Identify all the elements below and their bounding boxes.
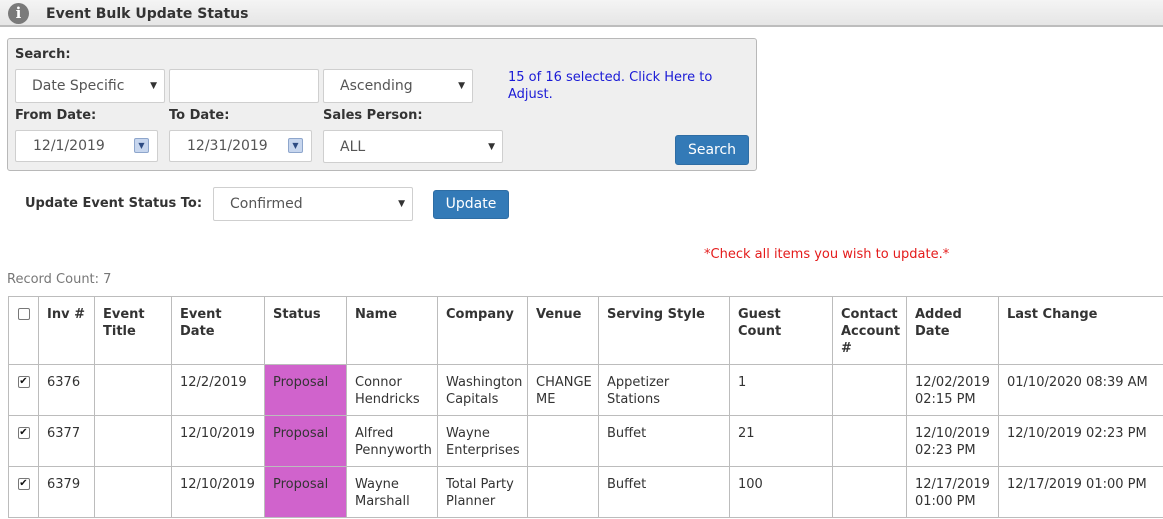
to-date-value: 12/31/2019 [187, 138, 268, 154]
added-date-cell: 12/02/2019 02:15 PM [906, 364, 999, 416]
event-date-cell: 12/2/2019 [171, 364, 265, 416]
calendar-dropdown-icon[interactable]: ▼ [134, 138, 149, 153]
row-select-cell: ✔ [8, 415, 39, 467]
search-text-input[interactable] [169, 69, 319, 103]
name-link[interactable]: Connor Hendricks [346, 364, 438, 416]
from-date-input[interactable]: 12/1/2019 ▼ [15, 130, 158, 162]
update-button[interactable]: Update [433, 190, 509, 219]
sales-person-select[interactable]: ALL ▼ [323, 130, 503, 163]
update-status-value: Confirmed [230, 196, 303, 212]
contact-account-cell [832, 466, 907, 518]
column-header-name[interactable]: Name [346, 296, 438, 365]
event-date-cell: 12/10/2019 [171, 415, 265, 467]
invoice-link[interactable]: 6376 [38, 364, 95, 416]
chevron-down-icon: ▼ [150, 81, 157, 91]
status-cell: Proposal [264, 415, 347, 467]
contact-account-cell [832, 415, 907, 467]
last-change-cell: 12/17/2019 01:00 PM [998, 466, 1163, 518]
chevron-down-icon: ▼ [398, 199, 405, 209]
to-date-label: To Date: [169, 108, 230, 123]
from-date-label: From Date: [15, 108, 97, 123]
column-header-inv[interactable]: Inv # [38, 296, 95, 365]
event-date-cell: 12/10/2019 [171, 466, 265, 518]
search-panel: Search: Date Specific ▼ Ascending ▼ 15 o… [7, 38, 757, 171]
venue-link[interactable]: CHANGE ME [527, 364, 599, 416]
info-icon: i [8, 3, 29, 24]
column-header-last-change[interactable]: Last Change [998, 296, 1163, 365]
company-cell: Total Party Planner [437, 466, 528, 518]
status-cell: Proposal [264, 364, 347, 416]
update-status-select[interactable]: Confirmed ▼ [213, 187, 413, 221]
table-header-row: Inv # Event Title Event Date Status Name… [8, 296, 1163, 365]
update-status-label: Update Event Status To: [25, 196, 203, 211]
events-table: Inv # Event Title Event Date Status Name… [8, 296, 1163, 518]
column-header-event-date[interactable]: Event Date [171, 296, 265, 365]
serving-style-cell: Appetizer Stations [598, 364, 730, 416]
last-change-cell: 01/10/2020 08:39 AM [998, 364, 1163, 416]
event-title-cell [94, 466, 172, 518]
contact-account-cell [832, 364, 907, 416]
select-all-checkbox[interactable] [17, 308, 30, 320]
title-bar: i Event Bulk Update Status [0, 0, 1163, 27]
serving-style-cell: Buffet [598, 466, 730, 518]
event-title-cell [94, 415, 172, 467]
company-cell: Wayne Enterprises [437, 415, 528, 467]
invoice-link[interactable]: 6377 [38, 415, 95, 467]
name-link[interactable]: Alfred Pennyworth [346, 415, 438, 467]
row-checkbox[interactable]: ✔ [17, 427, 30, 439]
serving-style-cell: Buffet [598, 415, 730, 467]
row-select-cell: ✔ [8, 364, 39, 416]
sales-person-value: ALL [340, 139, 366, 155]
record-count: Record Count: 7 [7, 272, 112, 287]
sort-order-select[interactable]: Ascending ▼ [323, 69, 473, 103]
column-header-contact-account[interactable]: Contact Account # [832, 296, 907, 365]
row-checkbox[interactable]: ✔ [17, 376, 30, 388]
from-date-value: 12/1/2019 [33, 138, 105, 154]
status-cell: Proposal [264, 466, 347, 518]
page-title: Event Bulk Update Status [46, 6, 249, 22]
row-checkbox[interactable]: ✔ [17, 478, 30, 490]
table-row: ✔ 6377 12/10/2019 Proposal Alfred Pennyw… [8, 415, 1163, 467]
chevron-down-icon: ▼ [488, 142, 495, 152]
last-change-cell: 12/10/2019 02:23 PM [998, 415, 1163, 467]
added-date-cell: 12/10/2019 02:23 PM [906, 415, 999, 467]
table-row: ✔ 6379 12/10/2019 Proposal Wayne Marshal… [8, 466, 1163, 518]
column-header-event-title[interactable]: Event Title [94, 296, 172, 365]
table-row: ✔ 6376 12/2/2019 Proposal Connor Hendric… [8, 364, 1163, 416]
added-date-cell: 12/17/2019 01:00 PM [906, 466, 999, 518]
update-instructions: *Check all items you wish to update.* [704, 247, 950, 262]
column-header-serving-style[interactable]: Serving Style [598, 296, 730, 365]
name-link[interactable]: Wayne Marshall [346, 466, 438, 518]
sales-person-label: Sales Person: [323, 108, 423, 123]
venue-link[interactable] [527, 415, 599, 467]
invoice-link[interactable]: 6379 [38, 466, 95, 518]
to-date-input[interactable]: 12/31/2019 ▼ [169, 130, 312, 162]
column-header-added-date[interactable]: Added Date [906, 296, 999, 365]
guest-count-cell: 100 [729, 466, 833, 518]
calendar-dropdown-icon[interactable]: ▼ [288, 138, 303, 153]
event-title-cell [94, 364, 172, 416]
column-header-venue[interactable]: Venue [527, 296, 599, 365]
column-header-company[interactable]: Company [437, 296, 528, 365]
guest-count-cell: 1 [729, 364, 833, 416]
search-button[interactable]: Search [675, 135, 749, 165]
search-type-select[interactable]: Date Specific ▼ [15, 69, 165, 103]
venue-link[interactable] [527, 466, 599, 518]
column-header-status[interactable]: Status [264, 296, 347, 365]
sort-order-value: Ascending [340, 78, 413, 94]
chevron-down-icon: ▼ [458, 81, 465, 91]
select-all-cell [8, 296, 39, 365]
search-type-value: Date Specific [32, 78, 125, 94]
company-cell: Washington Capitals [437, 364, 528, 416]
row-select-cell: ✔ [8, 466, 39, 518]
guest-count-cell: 21 [729, 415, 833, 467]
search-label: Search: [15, 47, 71, 62]
selection-adjust-link[interactable]: 15 of 16 selected. Click Here to Adjust. [508, 69, 723, 103]
column-header-guest-count[interactable]: Guest Count [729, 296, 833, 365]
